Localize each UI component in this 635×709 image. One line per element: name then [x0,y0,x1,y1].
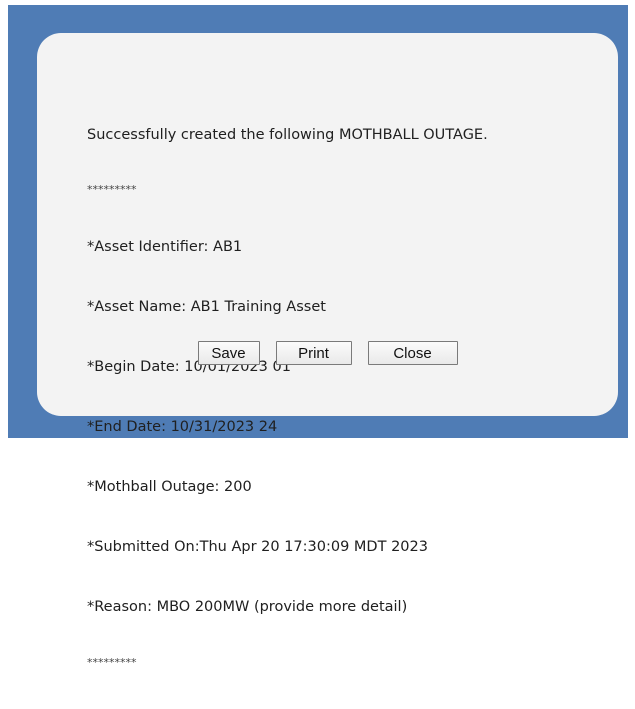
mothball-outage-line: *Mothball Outage: 200 [87,479,252,495]
end-date-line: *End Date: 10/31/2023 24 [87,419,278,435]
separator-bottom: ********* [87,656,137,669]
separator-top: ********* [87,183,137,196]
close-button[interactable]: Close [367,341,458,365]
success-heading: Successfully created the following MOTHB… [87,127,488,143]
confirmation-message: Successfully created the following MOTHB… [87,85,488,709]
asset-name-line: *Asset Name: AB1 Training Asset [87,299,326,315]
reason-line: *Reason: MBO 200MW (provide more detail) [87,599,408,615]
save-button[interactable]: Save [197,341,260,365]
confirmation-dialog: Successfully created the following MOTHB… [37,33,618,669]
dialog-button-bar: Save Print Close [37,341,618,365]
submitted-on-line: *Submitted On:Thu Apr 20 17:30:09 MDT 20… [87,539,428,555]
asset-identifier-line: *Asset Identifier: AB1 [87,239,243,255]
print-button[interactable]: Print [275,341,352,365]
